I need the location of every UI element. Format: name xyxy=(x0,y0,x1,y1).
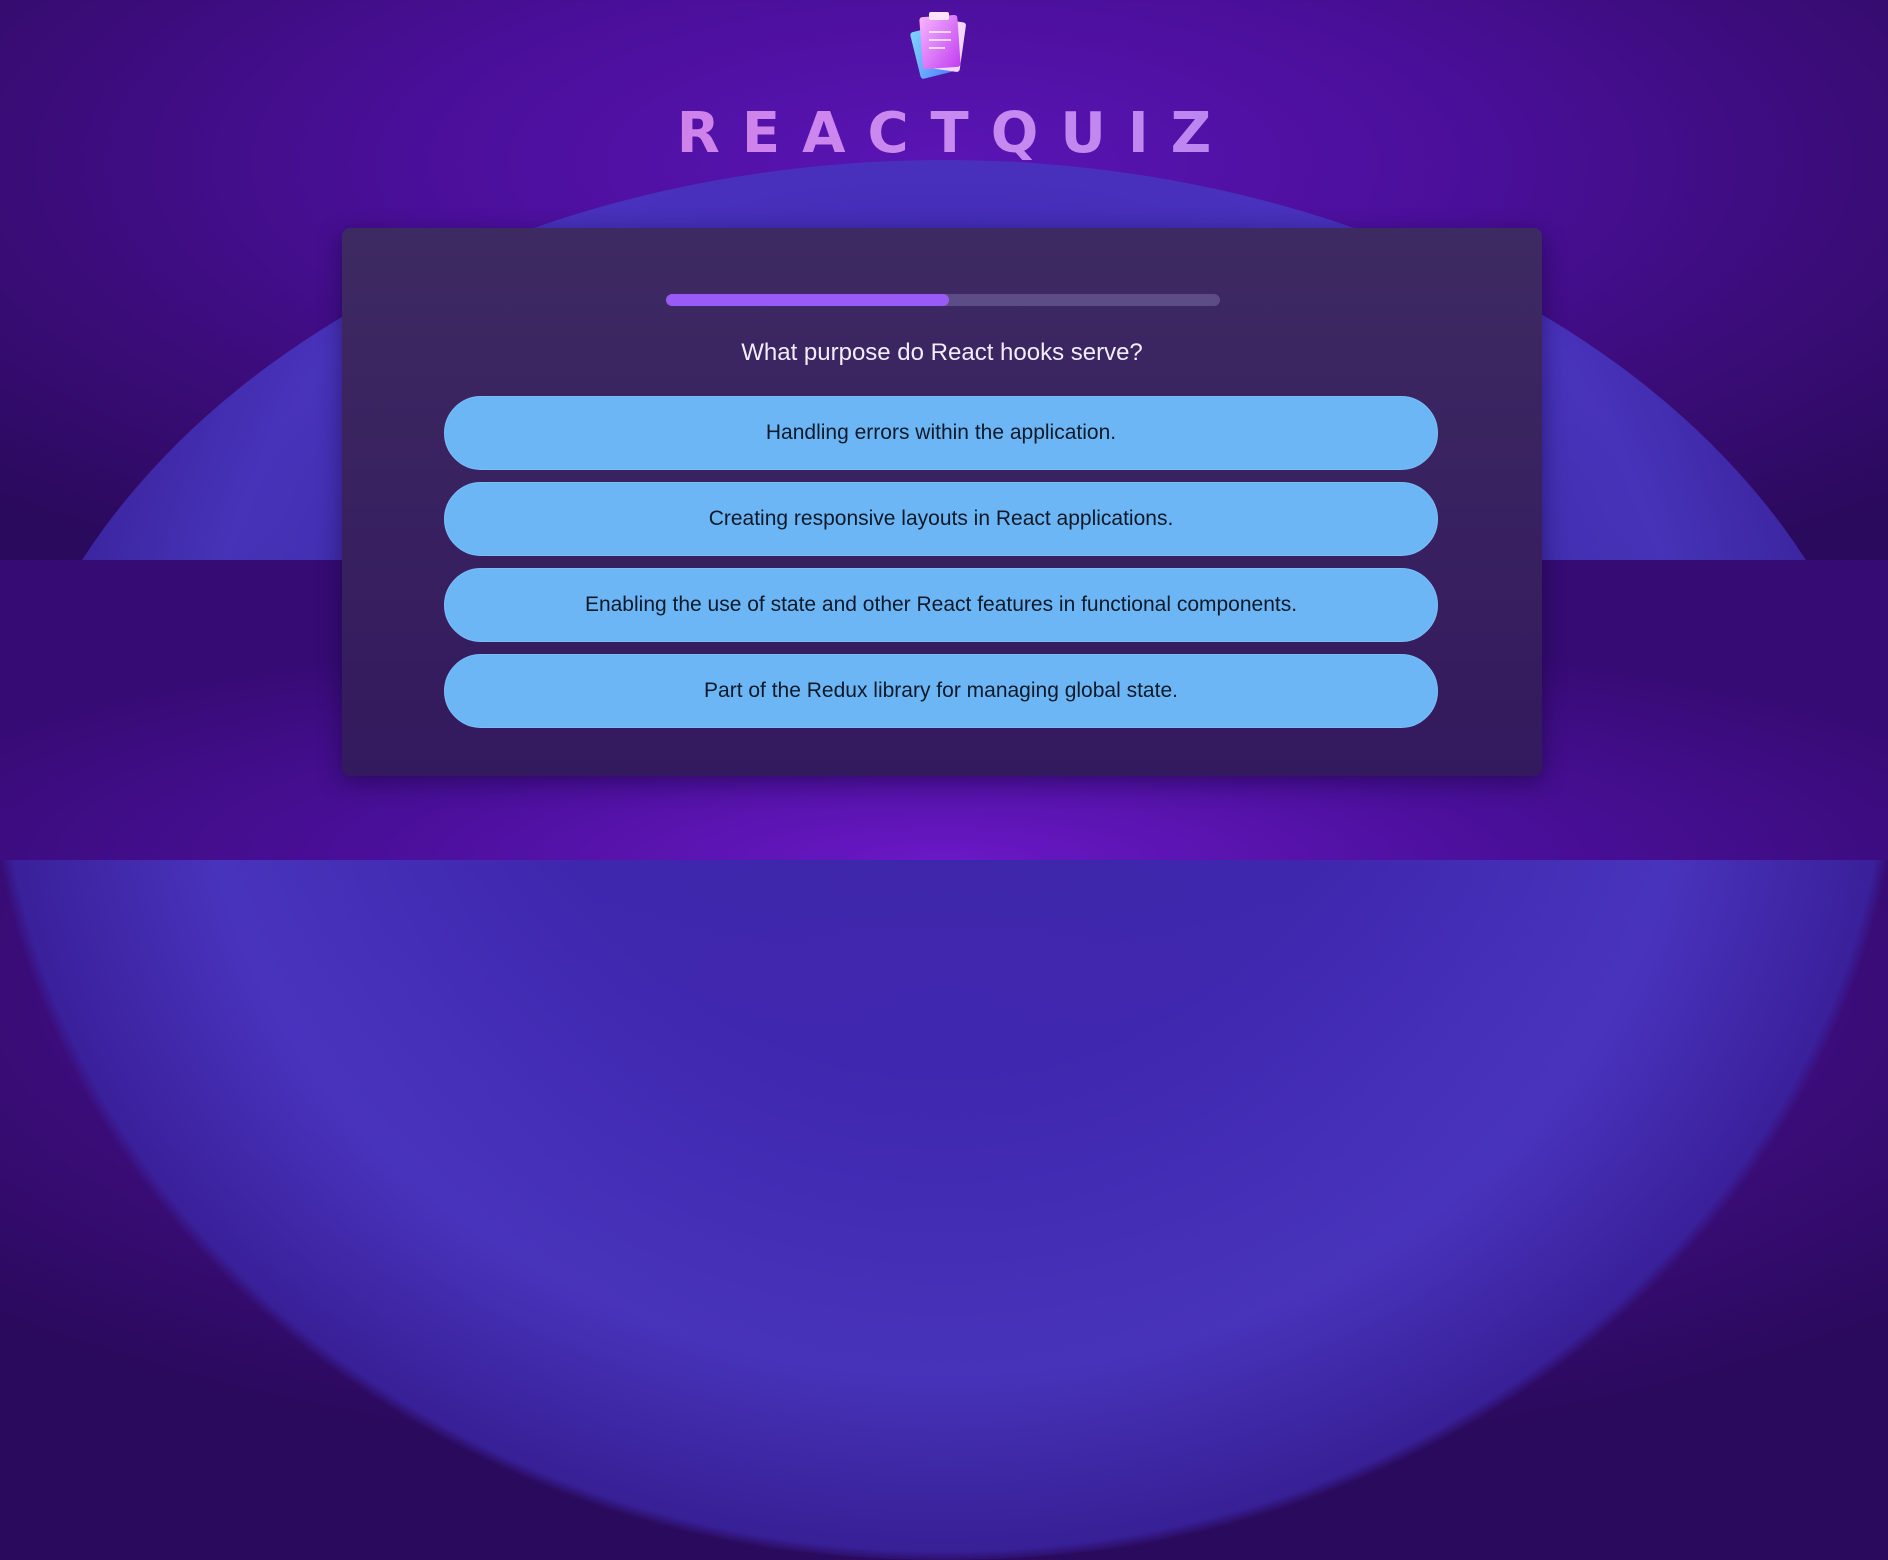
answer-option-2[interactable]: Creating responsive layouts in React app… xyxy=(444,482,1438,556)
answer-options: Handling errors within the application. … xyxy=(444,396,1438,740)
quiz-card: What purpose do React hooks serve? Handl… xyxy=(342,228,1542,776)
answer-option-4[interactable]: Part of the Redux library for managing g… xyxy=(444,654,1438,728)
app-title: REACTQUIZ xyxy=(0,102,1888,166)
progress-bar xyxy=(666,294,1220,306)
progress-fill xyxy=(666,294,949,306)
question-text: What purpose do React hooks serve? xyxy=(741,339,1143,366)
answer-option-3[interactable]: Enabling the use of state and other Reac… xyxy=(444,568,1438,642)
quiz-papers-icon xyxy=(910,12,966,79)
answer-option-1[interactable]: Handling errors within the application. xyxy=(444,396,1438,470)
